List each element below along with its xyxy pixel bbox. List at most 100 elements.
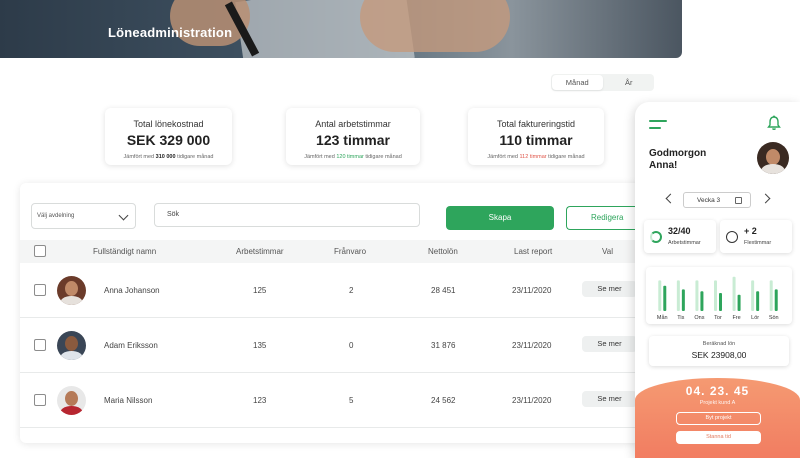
absence: 5 — [349, 396, 354, 405]
chart-day-label: Tis — [677, 315, 684, 321]
chevron-right-icon[interactable] — [760, 193, 771, 204]
chevron-down-icon — [118, 210, 129, 221]
work-hours-card: 32/40 Arbetstimmar — [644, 220, 716, 253]
employee-name: Anna Johanson — [104, 286, 160, 295]
stat-value: SEK 329 000 — [126, 132, 211, 148]
flex-hours-label: Flextimmar — [744, 240, 772, 246]
estimated-salary-card: Beräknad lön SEK 23908,00 — [649, 336, 789, 366]
net-salary: 24 562 — [431, 396, 456, 405]
chart-bar-planned — [695, 280, 699, 311]
work-hours: 135 — [253, 341, 267, 350]
col-absence: Frånvaro — [334, 247, 367, 256]
flex-hours-card: + 2 Flextimmar — [720, 220, 792, 253]
timer-value: 04. 23. 45 — [685, 384, 750, 398]
salary-value: SEK 23908,00 — [691, 350, 747, 360]
absence: 2 — [349, 286, 354, 295]
create-button[interactable]: Skapa — [446, 206, 554, 230]
chart-bar-worked — [719, 293, 722, 311]
salary-label: Beräknad lön — [702, 341, 736, 347]
avatar — [57, 386, 86, 415]
avatar — [57, 331, 86, 360]
chart-bar-worked — [737, 294, 741, 311]
employee-name: Maria Nilsson — [104, 396, 153, 405]
weekly-hours-chart-svg: Mån Tis Ons Tor Fre Lör Sön — [657, 276, 779, 321]
avatar[interactable] — [757, 142, 789, 174]
last-report: 23/11/2020 — [512, 341, 552, 350]
stop-time-button[interactable]: Stanna tid — [676, 431, 761, 444]
chart-bar-planned — [732, 276, 736, 311]
department-select[interactable]: Välj avdelning — [31, 203, 136, 229]
chart-bar-worked — [700, 291, 704, 311]
chart-day-label: Tor — [714, 315, 722, 321]
see-more-button[interactable]: Se mer — [582, 391, 637, 407]
chart-bar-worked — [774, 289, 778, 311]
table-row: Maria Nilsson 123 5 24 562 23/11/2020 Se… — [20, 373, 682, 428]
toggle-month[interactable]: Månad — [552, 75, 603, 90]
stat-card-total-cost: Total lönekostnad SEK 329 000 Jämfört me… — [105, 108, 232, 165]
employee-table-card: Välj avdelning Sök Skapa Redigera Fullst… — [20, 183, 682, 443]
work-hours-value: 32/40 — [668, 226, 691, 236]
net-salary: 28 451 — [431, 286, 456, 295]
see-more-button[interactable]: Se mer — [582, 336, 637, 352]
progress-ring-icon — [650, 231, 662, 243]
project-name: Projekt kund A — [699, 400, 736, 406]
stat-comparison: Jämfört med 112 timmar tidigare månad — [487, 154, 585, 160]
switch-project-button[interactable]: Byt projekt — [676, 412, 761, 425]
row-checkbox[interactable] — [34, 394, 46, 406]
select-all-checkbox[interactable] — [34, 245, 46, 257]
chart-bar-planned — [751, 280, 755, 311]
col-last-report: Last report — [514, 247, 553, 256]
net-salary: 31 876 — [431, 341, 456, 350]
chart-bar-planned — [676, 280, 680, 311]
page-title: Löneadministration — [108, 25, 233, 40]
search-input[interactable]: Sök — [154, 203, 420, 227]
toggle-year[interactable]: År — [604, 74, 655, 91]
col-hours: Arbetstimmar — [236, 247, 284, 256]
chart-day-label: Fre — [732, 315, 740, 321]
flex-hours-value: + 2 — [744, 226, 757, 236]
chevron-left-icon[interactable] — [665, 193, 676, 204]
col-action: Val — [602, 247, 613, 256]
see-more-button[interactable]: Se mer — [582, 281, 637, 297]
calendar-icon — [735, 197, 742, 204]
stat-label: Total faktureringstid — [496, 119, 576, 129]
weekly-hours-chart: Mån Tis Ons Tor Fre Lör Sön — [646, 267, 792, 324]
work-hours: 123 — [253, 396, 267, 405]
clock-icon — [726, 231, 738, 243]
mobile-app-panel: Godmorgon Anna! Vecka 3 32/40 Arbetstimm… — [635, 102, 800, 458]
chart-bar-planned — [769, 280, 773, 311]
stat-value: 123 timmar — [316, 132, 390, 148]
table-row: Adam Eriksson 135 0 31 876 23/11/2020 Se… — [20, 318, 682, 373]
chart-bar-planned — [658, 280, 662, 311]
employee-name: Adam Eriksson — [104, 341, 158, 350]
chart-day-label: Lör — [751, 315, 759, 321]
chart-bar-worked — [756, 291, 760, 311]
last-report: 23/11/2020 — [512, 396, 552, 405]
week-navigator: Vecka 3 — [663, 192, 773, 210]
banner-hand — [360, 0, 510, 52]
chart-day-label: Mån — [657, 314, 668, 321]
stat-label: Antal arbetstimmar — [315, 119, 391, 129]
last-report: 23/11/2020 — [512, 286, 552, 295]
absence: 0 — [349, 341, 354, 350]
row-checkbox[interactable] — [34, 284, 46, 296]
stat-comparison: Jämfört med 120 timmar tidigare månad — [304, 154, 402, 160]
menu-icon[interactable] — [649, 120, 667, 130]
chart-bar-worked — [681, 289, 685, 311]
table-row: Anna Johanson 125 2 28 451 23/11/2020 Se… — [20, 263, 682, 318]
period-toggle[interactable]: Månad År — [551, 74, 654, 91]
avatar — [57, 276, 86, 305]
stat-label: Total lönekostnad — [133, 119, 204, 129]
stat-card-work-hours: Antal arbetstimmar 123 timmar Jämfört me… — [286, 108, 420, 165]
week-selector[interactable]: Vecka 3 — [683, 192, 751, 208]
stat-comparison: Jämfört med 310 000 tidigare månad — [123, 154, 214, 160]
row-checkbox[interactable] — [34, 339, 46, 351]
col-name: Fullständigt namn — [93, 247, 157, 256]
work-hours: 125 — [253, 286, 267, 295]
bell-icon[interactable] — [767, 115, 781, 131]
desktop-panel: Löneadministration Månad År Total löneko… — [0, 0, 682, 458]
chart-bar-worked — [663, 285, 667, 311]
stat-card-billing-time: Total faktureringstid 110 timmar Jämfört… — [468, 108, 604, 165]
chart-day-label: Sön — [769, 315, 779, 321]
col-net-salary: Nettolön — [428, 247, 458, 256]
